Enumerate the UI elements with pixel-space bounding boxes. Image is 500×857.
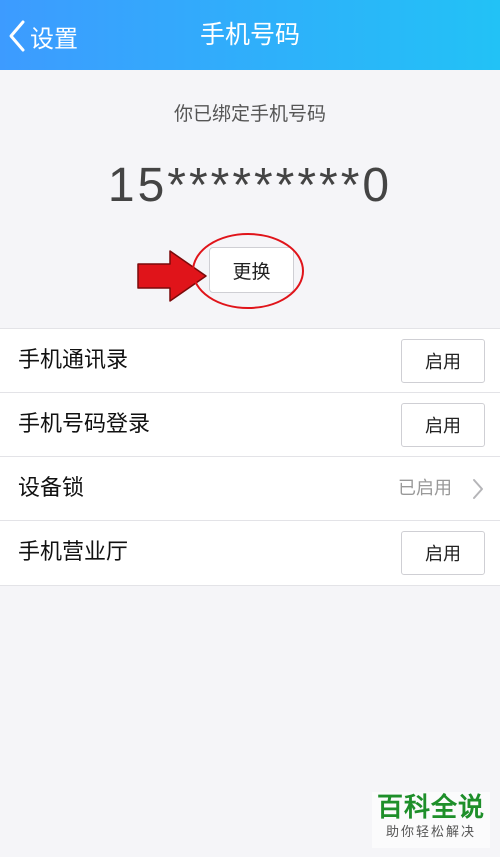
change-phone-button[interactable]: 更换	[209, 247, 294, 293]
chevron-left-icon	[9, 20, 25, 52]
watermark-title: 百科全说	[376, 793, 485, 823]
masked-phone-number: 15*********0	[107, 159, 393, 212]
settings-list: 手机通讯录 启用 手机号码登录 启用 设备锁 已启用 手机营业厅 启用	[0, 328, 500, 586]
row-label: 设备锁	[18, 476, 85, 501]
watermark-subtitle: 助你轻松解决	[385, 825, 476, 840]
bound-phone-caption: 你已绑定手机号码	[173, 103, 326, 125]
row-label: 手机号码登录	[18, 412, 151, 437]
enable-phone-login-button[interactable]: 启用	[401, 403, 485, 447]
row-label: 手机通讯录	[18, 348, 129, 373]
nav-bar: 设置 手机号码	[0, 0, 500, 70]
list-item-mobile-hall: 手机营业厅 启用	[0, 521, 500, 585]
back-label: 设置	[30, 24, 78, 53]
watermark-logo: 百科全说 助你轻松解决	[372, 792, 490, 848]
enable-mobile-hall-button[interactable]: 启用	[401, 531, 485, 575]
list-item-device-lock[interactable]: 设备锁 已启用	[0, 457, 500, 521]
chevron-right-icon	[473, 479, 483, 499]
row-label: 手机营业厅	[18, 540, 129, 565]
red-arrow-icon	[137, 250, 207, 302]
status-badge: 已启用	[398, 478, 452, 499]
back-button[interactable]: 设置	[6, 14, 78, 58]
list-item-contacts: 手机通讯录 启用	[0, 329, 500, 393]
enable-contacts-button[interactable]: 启用	[401, 339, 485, 383]
list-item-phone-login: 手机号码登录 启用	[0, 393, 500, 457]
